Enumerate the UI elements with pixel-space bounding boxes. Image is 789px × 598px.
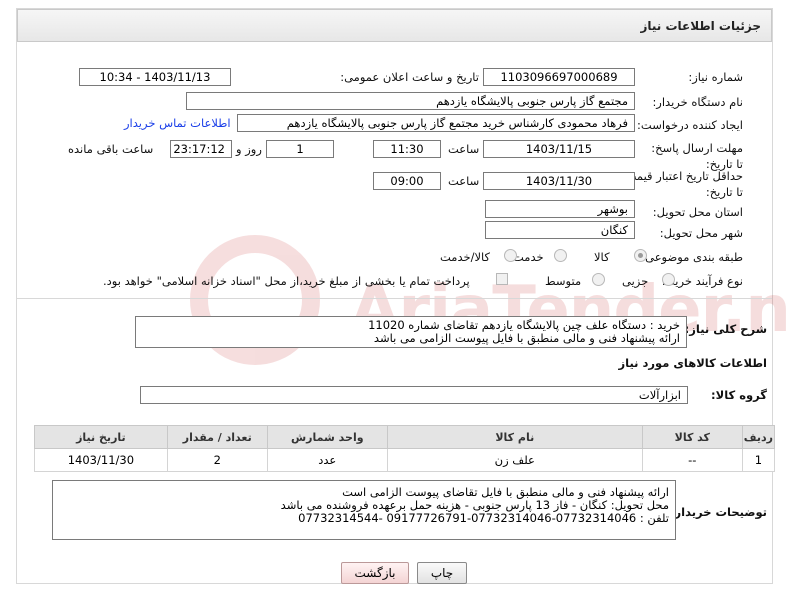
announce-datetime-label: تاریخ و ساعت اعلان عمومی: bbox=[340, 70, 479, 84]
title-bar: جزئیات اطلاعات نیاز bbox=[17, 9, 772, 42]
price-validity-date-field: 1403/11/30 bbox=[483, 172, 635, 190]
price-validity-time-label: ساعت bbox=[448, 174, 480, 188]
city-label: شهر محل تحویل: bbox=[659, 226, 743, 240]
cell-item-code: -- bbox=[641, 448, 743, 472]
announce-datetime-field: 1403/11/13 - 10:34 bbox=[79, 68, 231, 86]
category-radio-goods[interactable] bbox=[634, 249, 647, 262]
category-label: طبقه بندی موضوعی: bbox=[641, 250, 743, 264]
col-unit: واحد شمارش bbox=[266, 425, 388, 449]
description-textarea[interactable]: خرید : دستگاه علف چین پالایشگاه یازدهم ت… bbox=[135, 316, 687, 348]
category-option-service: خدمت bbox=[513, 250, 544, 264]
deadline-time-field: 11:30 bbox=[373, 140, 441, 158]
col-row-number: ردیف bbox=[741, 425, 776, 449]
buyer-contact-link[interactable]: اطلاعات تماس خریدار bbox=[124, 116, 231, 130]
remaining-label: ساعت باقی مانده bbox=[68, 142, 154, 156]
cell-unit: عدد bbox=[266, 448, 388, 472]
category-option-goods-service: کالا/خدمت bbox=[440, 250, 491, 264]
remaining-time-field: 23:17:12 bbox=[170, 140, 232, 158]
need-number-field: 1103096697000689 bbox=[483, 68, 635, 86]
col-item-name: نام کالا bbox=[386, 425, 643, 449]
goods-group-label: گروه کالا: bbox=[711, 388, 767, 402]
category-radio-service[interactable] bbox=[554, 249, 567, 262]
price-validity-time-field: 09:00 bbox=[373, 172, 441, 190]
buyer-notes-textarea[interactable]: ارائه پیشنهاد فنی و مالی منطبق با فایل ت… bbox=[52, 480, 676, 540]
page-title: جزئیات اطلاعات نیاز bbox=[640, 19, 761, 33]
purchase-type-radio-medium[interactable] bbox=[592, 273, 605, 286]
deadline-time-label: ساعت bbox=[448, 142, 480, 156]
days-field: 1 bbox=[266, 140, 334, 158]
need-number-label: شماره نیاز: bbox=[688, 70, 743, 84]
cell-item-name: علف زن bbox=[386, 448, 643, 472]
goods-group-field: ابزارآلات bbox=[140, 386, 688, 404]
buyer-notes-label: توضیحات خریدار: bbox=[669, 505, 767, 519]
treasury-payment-checkbox[interactable] bbox=[496, 273, 508, 285]
province-field: بوشهر bbox=[485, 200, 635, 218]
table-row[interactable]: 1 -- علف زن عدد 2 1403/11/30 bbox=[34, 448, 776, 472]
col-quantity: تعداد / مقدار bbox=[166, 425, 268, 449]
items-table: ردیف کد کالا نام کالا واحد شمارش تعداد /… bbox=[34, 425, 776, 472]
description-label: شرح کلی نیاز: bbox=[684, 322, 767, 336]
col-item-code: کد کالا bbox=[641, 425, 743, 449]
city-field: کنگان bbox=[485, 221, 635, 239]
province-label: استان محل تحویل: bbox=[652, 205, 743, 219]
buyer-org-field: مجتمع گاز پارس جنوبی پالایشگاه یازدهم bbox=[186, 92, 635, 110]
divider bbox=[17, 298, 772, 299]
cell-need-date: 1403/11/30 bbox=[34, 448, 168, 472]
buyer-org-label: نام دستگاه خریدار: bbox=[652, 95, 743, 109]
requester-field: فرهاد محمودی کارشناس خرید مجتمع گاز پارس… bbox=[237, 114, 635, 132]
requester-label: ایجاد کننده درخواست: bbox=[637, 118, 743, 132]
table-header-row: ردیف کد کالا نام کالا واحد شمارش تعداد /… bbox=[34, 425, 776, 449]
col-need-date: تاریخ نیاز bbox=[34, 425, 168, 449]
category-radio-goods-service[interactable] bbox=[504, 249, 517, 262]
print-button[interactable]: چاپ bbox=[417, 562, 467, 584]
deadline-date-field: 1403/11/15 bbox=[483, 140, 635, 158]
purchase-type-option-minor: جزیی bbox=[622, 274, 649, 288]
purchase-type-option-medium: متوسط bbox=[545, 274, 582, 288]
purchase-type-radio-minor[interactable] bbox=[662, 273, 675, 286]
days-label: روز و bbox=[236, 142, 262, 156]
goods-section-title: اطلاعات کالاهای مورد نیاز bbox=[618, 356, 767, 370]
cell-row-number: 1 bbox=[741, 448, 776, 472]
payment-note: پرداخت تمام یا بخشی از مبلغ خرید،از محل … bbox=[103, 274, 470, 288]
cell-quantity: 2 bbox=[166, 448, 268, 472]
category-option-goods: کالا bbox=[594, 250, 610, 264]
back-button[interactable]: بازگشت bbox=[341, 562, 409, 584]
